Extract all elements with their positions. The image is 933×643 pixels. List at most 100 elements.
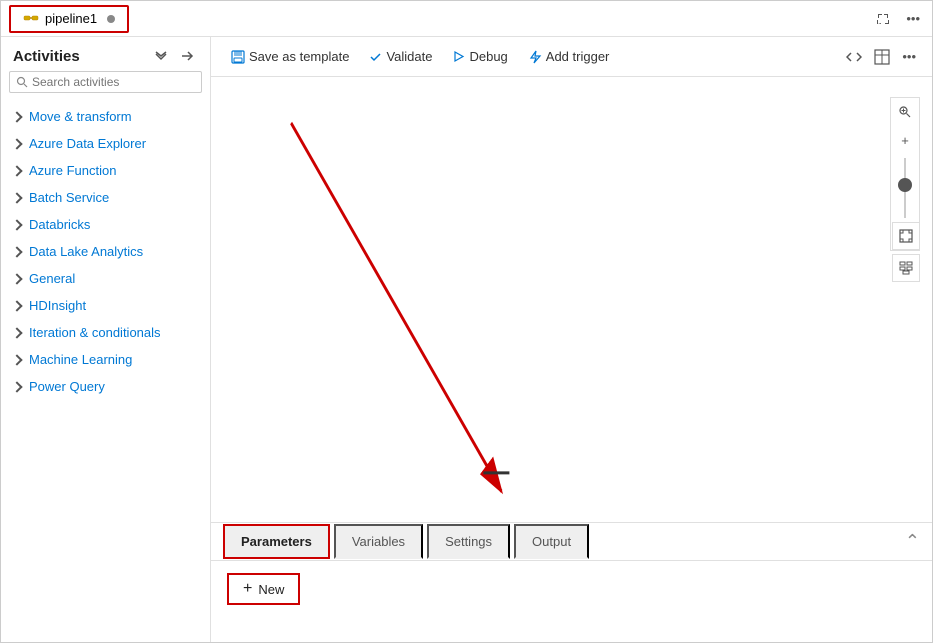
chevron-right-icon [11,138,22,149]
bottom-tab-settings[interactable]: Settings [427,524,510,559]
sidebar-item-label: Power Query [29,379,105,394]
sidebar-header-icons [150,47,198,65]
toolbar: Save as template Validate Debug Add trig… [211,37,932,77]
zoom-fit-button[interactable] [891,98,919,126]
new-label: New [258,582,284,597]
sidebar-item[interactable]: Move & transform [1,103,210,130]
sidebar-item-label: Machine Learning [29,352,132,367]
more-icon-dots: ••• [906,11,920,26]
bottom-content: + New [211,561,932,617]
debug-label: Debug [469,49,507,64]
sidebar-item[interactable]: Azure Function [1,157,210,184]
fit-screen-icon [899,229,913,243]
table-icon [874,49,890,65]
canvas-area[interactable]: + − [211,77,932,522]
validate-button[interactable]: Validate [361,45,440,68]
fit-screen-button[interactable] [892,222,920,250]
collapse-button[interactable] [150,47,172,65]
zoom-controls-extra [892,222,920,282]
toolbar-right: ••• [842,47,920,67]
sidebar-item-label: Data Lake Analytics [29,244,143,259]
sidebar-item[interactable]: Azure Data Explorer [1,130,210,157]
pipeline-tab[interactable]: pipeline1 [9,5,129,33]
trigger-icon [528,50,542,64]
validate-label: Validate [386,49,432,64]
layout-button[interactable] [892,254,920,282]
new-button[interactable]: + New [227,573,300,605]
sidebar-item-label: Databricks [29,217,90,232]
save-icon [231,50,245,64]
save-template-label: Save as template [249,49,349,64]
chevron-right-icon [11,381,22,392]
zoom-in-button[interactable]: + [891,126,919,154]
search-zoom-icon [898,105,912,119]
bottom-panel: ParametersVariablesSettingsOutput ⌃ + New [211,522,932,642]
chevron-right-icon [11,327,22,338]
chevron-right-icon [11,246,22,257]
pipeline-icon [23,11,39,27]
minimize-sidebar-button[interactable] [176,47,198,65]
sidebar-item[interactable]: Data Lake Analytics [1,238,210,265]
expand-icon [876,12,890,26]
add-trigger-button[interactable]: Add trigger [520,45,618,68]
sidebar-item-label: Batch Service [29,190,109,205]
sidebar: Activities [1,37,211,642]
more-dots-icon: ••• [902,49,916,64]
sidebar-item[interactable]: Power Query [1,373,210,400]
sidebar-item-label: HDInsight [29,298,86,313]
sidebar-item[interactable]: Batch Service [1,184,210,211]
chevron-right-icon [11,354,22,365]
expand-button[interactable] [872,10,894,28]
right-content: Save as template Validate Debug Add trig… [211,37,932,642]
tab-label: pipeline1 [45,11,97,26]
bottom-tabs: ParametersVariablesSettingsOutput ⌃ [211,523,932,561]
sidebar-item[interactable]: Machine Learning [1,346,210,373]
bottom-tab-output[interactable]: Output [514,524,589,559]
chevron-right-icon [11,192,22,203]
main-layout: Activities [1,37,932,642]
code-button[interactable] [842,47,866,67]
collapse-icon [154,49,168,63]
play-icon [452,50,465,63]
annotation-arrow [211,77,932,522]
sidebar-item[interactable]: Databricks [1,211,210,238]
chevron-right-icon [11,165,22,176]
plus-icon: + [901,133,909,148]
bottom-tab-parameters[interactable]: Parameters [223,524,330,559]
minimize-icon [180,49,194,63]
sidebar-item[interactable]: HDInsight [1,292,210,319]
save-template-button[interactable]: Save as template [223,45,357,68]
debug-button[interactable]: Debug [444,45,515,68]
add-trigger-label: Add trigger [546,49,610,64]
zoom-slider-track [904,158,906,218]
check-icon [369,50,382,63]
sidebar-item-label: Iteration & conditionals [29,325,161,340]
sidebar-item-label: Azure Function [29,163,116,178]
sidebar-item-label: Azure Data Explorer [29,136,146,151]
sidebar-item[interactable]: General [1,265,210,292]
search-input[interactable] [32,75,195,89]
chevron-right-icon [11,273,22,284]
sidebar-item-label: Move & transform [29,109,132,124]
sidebar-title: Activities [13,48,80,65]
more-button-title[interactable]: ••• [902,9,924,28]
chevron-right-icon [11,219,22,230]
bottom-tab-variables[interactable]: Variables [334,524,423,559]
search-box[interactable] [9,71,202,93]
zoom-slider-thumb[interactable] [898,178,912,192]
close-bottom-panel-button[interactable]: ⌃ [905,531,920,552]
code-icon [846,49,862,65]
more-toolbar-button[interactable]: ••• [898,47,920,66]
unsaved-indicator [107,15,115,23]
plus-new-icon: + [243,580,252,598]
title-bar: pipeline1 ••• [1,1,932,37]
table-view-button[interactable] [870,47,894,67]
title-bar-actions: ••• [872,9,924,28]
layout-icon [899,261,913,275]
sidebar-item[interactable]: Iteration & conditionals [1,319,210,346]
sidebar-header: Activities [1,37,210,71]
sidebar-list: Move & transform Azure Data Explorer Azure… [1,101,210,642]
search-icon [16,76,28,88]
chevron-right-icon [11,300,22,311]
sidebar-item-label: General [29,271,75,286]
